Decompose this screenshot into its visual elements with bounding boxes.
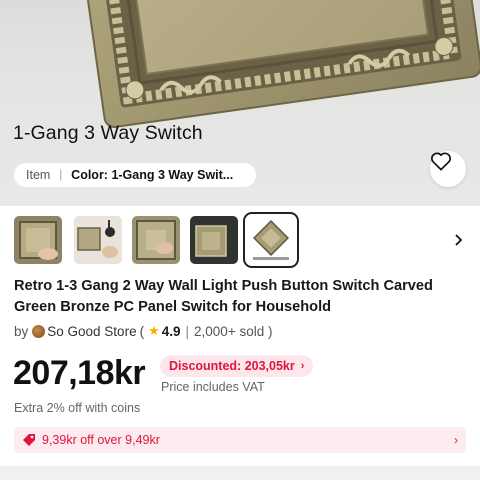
chevron-right-icon: › [454,433,458,447]
variant-selector-pill[interactable]: Item | Color: 1-Gang 3 Way Swit... [14,163,256,187]
coupon-bar[interactable]: 9,39kr off over 9,49kr › [14,427,466,453]
store-avatar [32,324,46,338]
thumbnail-1-image [14,216,62,264]
chevron-right-icon [455,234,463,246]
rating-divider: | [185,323,190,339]
chevron-right-icon: › [300,360,305,372]
thumbnail-2-image [74,216,122,264]
store-name-link[interactable]: So Good Store [47,324,136,339]
thumbnails-next-button[interactable] [450,232,466,248]
thumbnail-5-image [247,216,295,264]
variant-title: 1-Gang 3 Way Switch [13,122,203,144]
thumbnail-4-image [190,216,238,264]
thumbnail-5[interactable] [243,212,299,268]
open-paren: ( [139,323,145,339]
price-tag-icon [22,433,36,447]
bottom-divider [0,466,480,480]
by-label: by [14,323,29,339]
rating-value[interactable]: 4.9 [162,324,181,339]
thumbnail-3[interactable] [132,216,180,264]
sold-count: 2,000+ sold ) [194,323,273,339]
item-label: Item [26,168,51,182]
thumbnail-3-image [132,216,180,264]
discounted-price-badge[interactable]: Discounted: 203,05kr › [160,355,314,377]
pill-divider: | [59,169,63,181]
product-hero-image[interactable]: 1-Gang 3 Way Switch Item | Color: 1-Gang… [0,0,480,206]
thumbnail-strip [0,206,480,272]
price: 207,18kr [13,354,146,392]
color-label: Color: 1-Gang 3 Way Swit... [71,168,234,182]
coupon-text: 9,39kr off over 9,49kr [42,433,160,447]
thumbnail-4[interactable] [190,216,238,264]
thumbnail-2[interactable] [74,216,122,264]
coins-note: Extra 2% off with coins [14,401,141,415]
thumbnail-1[interactable] [14,216,62,264]
star-icon: ★ [148,323,160,338]
heart-outline-icon [431,152,451,171]
discounted-price-label: Discounted: 203,05kr [169,359,295,373]
store-line: by So Good Store ( ★ 4.9 | 2,000+ sold ) [14,323,272,339]
vat-note: Price includes VAT [161,380,265,394]
product-title: Retro 1-3 Gang 2 Way Wall Light Push But… [14,278,433,315]
favorite-button[interactable] [430,151,466,187]
